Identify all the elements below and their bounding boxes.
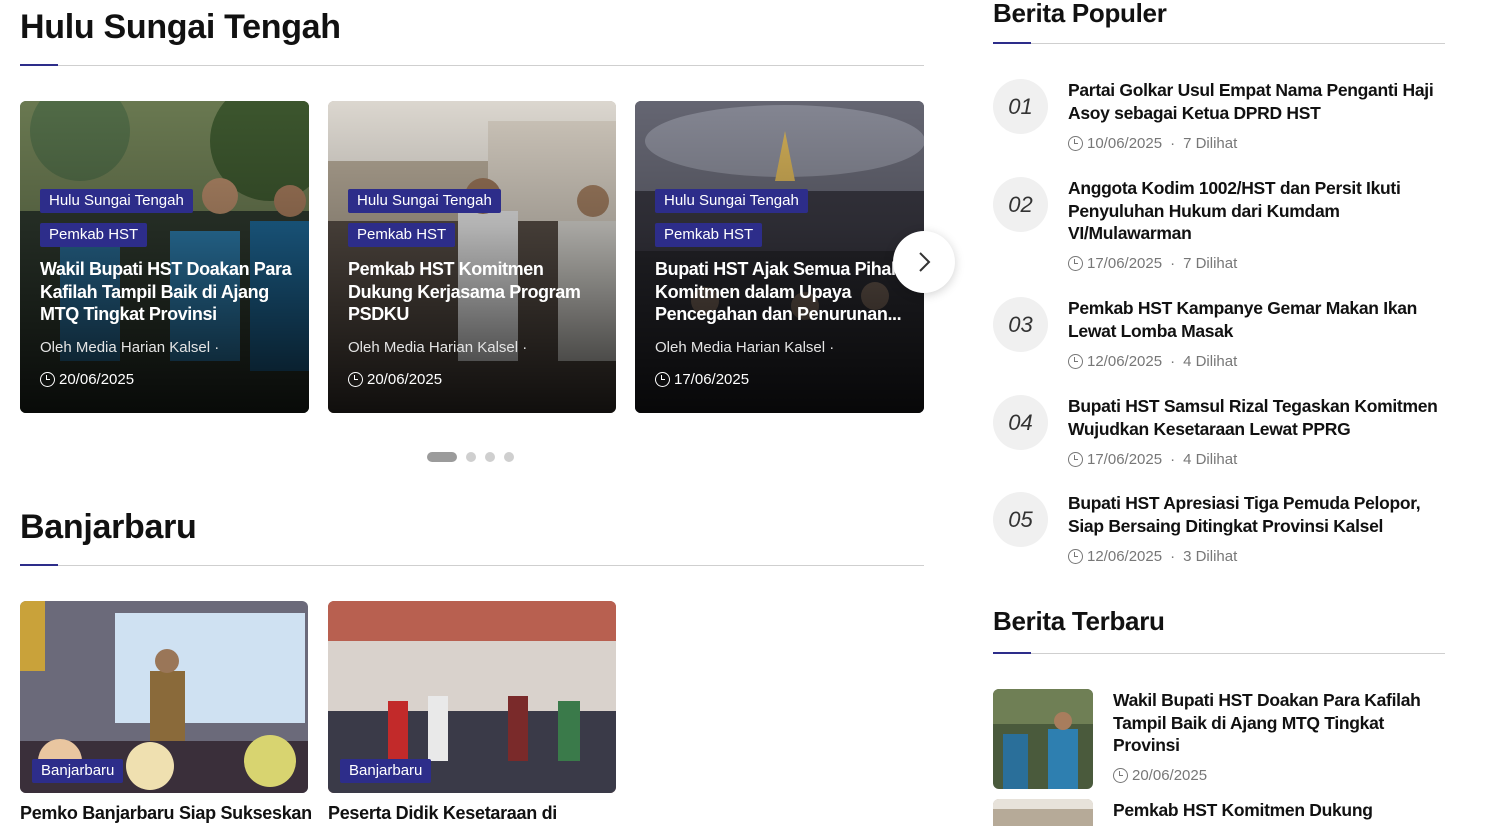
category-badge[interactable]: Hulu Sungai Tengah (40, 189, 193, 213)
subcategory-badge[interactable]: Pemkab HST (40, 223, 148, 247)
popular-item-title[interactable]: Anggota Kodim 1002/HST dan Persit Ikuti … (1068, 177, 1438, 245)
thumbnail-photo (993, 799, 1093, 826)
card-author: Oleh Media Harian Kalsel · (348, 339, 528, 356)
section-divider (20, 64, 924, 66)
rank-number: 02 (993, 177, 1048, 232)
item-meta: 17/06/2025 · 4 Dilihat (1068, 451, 1237, 468)
carousel-dot[interactable] (504, 452, 514, 462)
popular-item-title[interactable]: Bupati HST Samsul Rizal Tegaskan Komitme… (1068, 395, 1438, 440)
card-author: Oleh Media Harian Kalsel · (40, 339, 220, 356)
news-thumbnail[interactable]: Banjarbaru (328, 601, 616, 793)
latest-item-thumbnail[interactable] (993, 799, 1093, 826)
clock-icon (655, 372, 670, 387)
thumbnail-title[interactable]: Pemko Banjarbaru Siap Sukseskan (20, 803, 312, 824)
latest-item-thumbnail[interactable] (993, 689, 1093, 789)
rank-number: 04 (993, 395, 1048, 450)
carousel-dot[interactable] (466, 452, 476, 462)
carousel-dot[interactable] (485, 452, 495, 462)
item-meta: 17/06/2025 · 7 Dilihat (1068, 255, 1237, 272)
clock-icon (1068, 354, 1083, 369)
clock-icon (348, 372, 363, 387)
latest-item-date: 20/06/2025 (1113, 767, 1207, 784)
card-title[interactable]: Pemkab HST Komitmen Dukung Kerjasama Pro… (348, 258, 602, 326)
item-meta: 10/06/2025 · 7 Dilihat (1068, 135, 1237, 152)
carousel-next-button[interactable] (893, 231, 955, 293)
subcategory-badge[interactable]: Pemkab HST (655, 223, 763, 247)
carousel-dot[interactable] (427, 452, 457, 462)
news-card[interactable]: Hulu Sungai Tengah Pemkab HST Pemkab HST… (328, 101, 616, 413)
news-thumbnail[interactable]: Banjarbaru (20, 601, 308, 793)
clock-icon (40, 372, 55, 387)
subcategory-badge[interactable]: Pemkab HST (348, 223, 456, 247)
clock-icon (1113, 768, 1128, 783)
popular-item-title[interactable]: Bupati HST Apresiasi Tiga Pemuda Pelopor… (1068, 492, 1438, 537)
section-title-banjarbaru: Banjarbaru (20, 508, 197, 546)
thumbnail-title[interactable]: Peserta Didik Kesetaraan di (328, 803, 557, 824)
news-card[interactable]: Hulu Sungai Tengah Pemkab HST Bupati HST… (635, 101, 924, 413)
section-divider (993, 652, 1445, 654)
clock-icon (1068, 136, 1083, 151)
section-divider (20, 564, 924, 566)
popular-item-title[interactable]: Pemkab HST Kampanye Gemar Makan Ikan Lew… (1068, 297, 1438, 342)
item-meta: 12/06/2025 · 4 Dilihat (1068, 353, 1237, 370)
card-date: 17/06/2025 (655, 371, 749, 388)
chevron-right-icon (919, 252, 931, 272)
clock-icon (1068, 452, 1083, 467)
category-badge[interactable]: Banjarbaru (32, 759, 124, 783)
latest-title: Berita Terbaru (993, 606, 1165, 636)
category-badge[interactable]: Banjarbaru (340, 759, 432, 783)
popular-title: Berita Populer (993, 0, 1167, 28)
item-meta: 12/06/2025 · 3 Dilihat (1068, 548, 1237, 565)
latest-item-title[interactable]: Pemkab HST Komitmen Dukung (1113, 799, 1433, 822)
card-date: 20/06/2025 (348, 371, 442, 388)
card-date: 20/06/2025 (40, 371, 134, 388)
thumbnail-photo (993, 689, 1093, 789)
clock-icon (1068, 549, 1083, 564)
rank-number: 03 (993, 297, 1048, 352)
card-title[interactable]: Wakil Bupati HST Doakan Para Kafilah Tam… (40, 258, 295, 326)
section-divider (993, 42, 1445, 44)
rank-number: 01 (993, 79, 1048, 134)
clock-icon (1068, 256, 1083, 271)
news-card[interactable]: Hulu Sungai Tengah Pemkab HST Wakil Bupa… (20, 101, 309, 413)
carousel-pagination (427, 452, 514, 462)
category-badge[interactable]: Hulu Sungai Tengah (655, 189, 808, 213)
category-badge[interactable]: Hulu Sungai Tengah (348, 189, 501, 213)
popular-item-title[interactable]: Partai Golkar Usul Empat Nama Penganti H… (1068, 79, 1438, 124)
latest-item-title[interactable]: Wakil Bupati HST Doakan Para Kafilah Tam… (1113, 689, 1433, 757)
card-title[interactable]: Bupati HST Ajak Semua Pihak Komitmen dal… (655, 258, 910, 326)
card-author: Oleh Media Harian Kalsel · (655, 339, 835, 356)
rank-number: 05 (993, 492, 1048, 547)
section-title-hst: Hulu Sungai Tengah (20, 8, 341, 46)
